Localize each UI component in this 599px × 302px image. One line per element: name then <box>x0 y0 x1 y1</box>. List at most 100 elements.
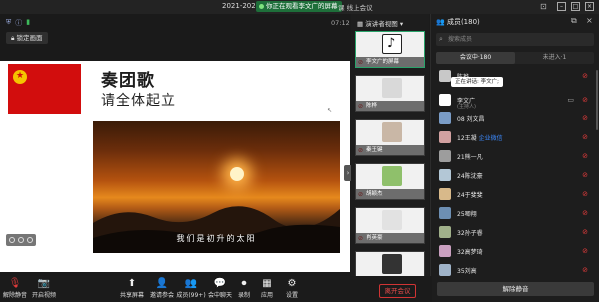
video-tile[interactable]: ⊘秦王键 <box>355 119 425 156</box>
member-name: 24于斐斐 <box>457 190 483 199</box>
slide-tools[interactable] <box>6 234 36 246</box>
mic-muted-icon[interactable]: ⊘ <box>582 266 588 274</box>
member-row[interactable]: 李文广 (主持人) ▭ ⊘ <box>436 94 594 110</box>
close-icon[interactable]: × <box>585 2 594 11</box>
mic-muted-icon[interactable]: ⊘ <box>582 152 588 160</box>
minimize-icon[interactable]: – <box>557 2 566 11</box>
presentation-slide: 奏团歌 请全体起立 ↖ 我们是初升的太阳 <box>0 61 350 272</box>
member-row[interactable]: 32孙子睿 ⊘ <box>436 226 594 240</box>
avatar <box>439 70 451 82</box>
emblem-icon <box>13 70 27 84</box>
member-tag: 企业微信 <box>478 135 503 142</box>
video-tile[interactable]: ⊘陈桦 <box>355 75 425 112</box>
video-tile-name: 陈桦 <box>356 101 424 111</box>
member-name-text: 24陈沈豪 <box>457 173 483 180</box>
shield-icon[interactable]: ⛨ <box>6 18 11 28</box>
avatar <box>382 78 402 98</box>
video-tile-name: 秦王键 <box>356 145 424 155</box>
member-name: 32高梦琦 <box>457 247 483 256</box>
maximize-icon[interactable]: □ <box>571 2 580 11</box>
video-tile[interactable]: ♪⊘李文广的屏幕 <box>355 31 425 68</box>
lock-icon: 🔒︎ <box>11 34 15 42</box>
member-scrollbar[interactable] <box>596 70 598 130</box>
mic-muted-icon[interactable]: ⊘ <box>582 96 588 104</box>
unmute-all-button[interactable]: 解除静音 <box>437 282 594 296</box>
avatar <box>439 188 451 200</box>
chevron-down-icon: ▾ <box>399 20 404 28</box>
leave-meeting-button[interactable]: 离开会议 <box>379 284 416 298</box>
pen-tool-icon[interactable] <box>9 237 15 243</box>
mic-muted-icon[interactable]: ⊘ <box>582 114 588 122</box>
viewing-share-badge[interactable]: 你正在观看李文广的屏幕 <box>256 1 342 12</box>
video-tile-name: 肖英豪 <box>356 233 424 243</box>
avatar <box>382 166 402 186</box>
more-tool-icon[interactable] <box>27 237 33 243</box>
mic-muted-icon[interactable]: ⊘ <box>582 228 588 236</box>
info-icon[interactable]: ⓘ <box>15 18 22 28</box>
panel-close-icon[interactable]: × <box>586 16 593 25</box>
signal-icon[interactable]: ▮ <box>26 18 30 28</box>
mic-muted-icon[interactable]: ⊘ <box>582 190 588 198</box>
member-row[interactable]: 12王凝 企业微信 ⊘ <box>436 131 594 145</box>
video-tile-name: 李文广的屏幕 <box>356 57 424 67</box>
settings-icon: ⚙ <box>287 278 297 289</box>
members-icon: 👥 <box>436 18 445 26</box>
member-name-text: 32高梦琦 <box>457 249 483 256</box>
avatar <box>382 254 402 274</box>
member-name: 35刘高 <box>457 266 477 275</box>
member-name-text: 25唧翔 <box>457 211 477 218</box>
members-count: 成员(180) <box>446 18 480 26</box>
member-name: 12王凝 企业微信 <box>457 133 503 142</box>
tab-not-joined[interactable]: 未进入·1 <box>515 52 594 64</box>
tab-in-meeting[interactable]: 会议中·180 <box>436 52 515 64</box>
speaking-tooltip: 正在讲话: 李文广; <box>451 77 503 87</box>
camera-off-icon: 📷 <box>37 278 51 289</box>
avatar <box>439 169 451 181</box>
member-row[interactable]: 24于斐斐 ⊘ <box>436 188 594 202</box>
camera-off-button[interactable]: 📷 开启视频 <box>24 278 64 299</box>
toolbar-label: 开启视频 <box>31 292 56 299</box>
avatar <box>382 122 402 142</box>
member-tabs: 会议中·180 未进入·1 <box>436 52 594 64</box>
lock-view-label: 锁定画面 <box>16 34 43 42</box>
toolbar-label: 设置 <box>285 292 298 299</box>
view-switcher[interactable]: ▦ 演讲者视图 ▾ <box>357 18 403 28</box>
shared-screen-area: ⛨ ⓘ ▮ 07:12 🔒︎ 锁定画面 奏团歌 请全体起立 ↖ 我们是初升的太阳 <box>0 14 352 276</box>
member-name-text: 12王凝 <box>457 135 477 142</box>
toolbar-label: 共享屏幕 <box>119 292 144 299</box>
mic-muted-icon[interactable]: ⊘ <box>582 209 588 217</box>
avatar: ♪ <box>382 34 402 54</box>
member-row[interactable]: 08 刘文昌 ⊘ <box>436 112 594 126</box>
meeting-window: 2021-2022 你正在观看李文广的屏幕 课 线上会议 ⊡ – □ × ⛨ ⓘ… <box>0 0 599 302</box>
mic-muted-icon[interactable]: ⊘ <box>582 171 588 179</box>
video-tile[interactable]: ⊘肖英豪 <box>355 207 425 244</box>
member-name-text: 08 刘文昌 <box>457 116 485 123</box>
title-bar: 2021-2022 你正在观看李文广的屏幕 课 线上会议 ⊡ – □ × <box>0 0 599 14</box>
member-name: 32孙子睿 <box>457 228 483 237</box>
member-row[interactable]: 24陈沈豪 ⊘ <box>436 169 594 183</box>
meeting-timer: 07:12 <box>331 19 350 27</box>
settings-button[interactable]: ⚙ 设置 <box>272 278 312 299</box>
member-name: 08 刘文昌 <box>457 114 485 123</box>
member-search-input[interactable]: 搜索成员 <box>436 33 594 46</box>
member-row[interactable]: 25唧翔 ⊘ <box>436 207 594 221</box>
member-row[interactable]: 21熊一凡 ⊘ <box>436 150 594 164</box>
mic-muted-icon[interactable]: ⊘ <box>582 247 588 255</box>
member-name-text: 21熊一凡 <box>457 154 483 161</box>
lock-view-button[interactable]: 🔒︎ 锁定画面 <box>6 32 48 44</box>
zoom-tool-icon[interactable] <box>18 237 24 243</box>
popout-icon[interactable]: ⧉ <box>571 16 577 26</box>
member-row[interactable]: 35刘高 ⊘ <box>436 264 594 278</box>
slide-subtitle: 请全体起立 <box>101 93 176 109</box>
avatar <box>439 112 451 124</box>
mic-muted-icon[interactable]: ⊘ <box>582 133 588 141</box>
view-label: 演讲者视图 <box>365 20 398 28</box>
mic-muted-icon[interactable]: ⊘ <box>582 72 588 80</box>
member-row[interactable]: 32高梦琦 ⊘ <box>436 245 594 259</box>
avatar <box>439 264 451 276</box>
photo-caption: 我们是初升的太阳 <box>176 234 257 243</box>
member-role: (主持人) <box>457 104 476 110</box>
pin-icon[interactable]: ⊡ <box>540 2 547 11</box>
member-name-text: 24于斐斐 <box>457 192 483 199</box>
video-tile[interactable]: ⊘胡颖杰 <box>355 163 425 200</box>
